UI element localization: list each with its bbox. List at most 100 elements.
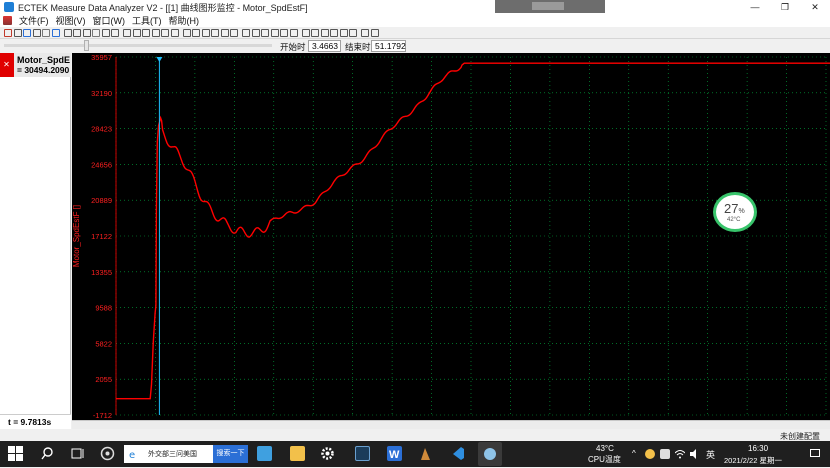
y-axis-label: Motor_SpdEstF []: [72, 205, 81, 267]
taskbar: e 外交部三问美国 搜索一下 W 43°C CPU温度 ^ 英 16:30 20…: [0, 441, 830, 467]
tray-app-icon[interactable]: [645, 449, 655, 459]
input-language[interactable]: 英: [706, 448, 715, 461]
toolbar-tool-icon[interactable]: [151, 29, 160, 37]
cpu-usage-widget[interactable]: 27% 42°C: [713, 192, 757, 232]
time-cursor-handle[interactable]: [156, 57, 163, 62]
battery-icon[interactable]: [660, 449, 670, 459]
toolbar-tool-icon[interactable]: [51, 29, 60, 37]
toolbar-tool-icon[interactable]: [280, 29, 288, 37]
volume-icon[interactable]: [690, 449, 700, 459]
toolbar-tool-icon[interactable]: [192, 29, 200, 37]
horizontal-scrollbar[interactable]: [72, 420, 830, 429]
pinwheel-icon[interactable]: [100, 446, 115, 461]
network-icon[interactable]: [674, 449, 686, 459]
toolbar-tool-icon[interactable]: [201, 29, 210, 37]
y-tick-label: 13355: [91, 268, 112, 277]
toolbar-tool-icon[interactable]: [23, 29, 31, 37]
series-line: [116, 62, 830, 400]
menu-help[interactable]: 帮助(H): [169, 14, 200, 27]
toolbar-tool-icon[interactable]: [289, 29, 298, 37]
toolbar-tool-icon[interactable]: [123, 29, 131, 37]
vscode-icon[interactable]: [450, 446, 465, 461]
y-tick-label: 28423: [91, 125, 112, 134]
window-title: ECTEK Measure Data Analyzer V2 - [[1] 曲线…: [18, 2, 308, 13]
toolbar-tool-icon[interactable]: [320, 29, 329, 37]
status-bar: 未创建配置: [0, 429, 830, 441]
toolbar-tool-icon[interactable]: [270, 29, 279, 37]
y-tick-label: 32190: [91, 89, 112, 98]
menu-bar: 文件(F) 视图(V) 窗口(W) 工具(T) 帮助(H): [0, 14, 830, 27]
word-app-icon[interactable]: W: [387, 446, 402, 461]
restore-button[interactable]: ❐: [770, 0, 800, 14]
toolbar-tool-icon[interactable]: [4, 29, 12, 37]
y-tick-label: 24656: [91, 160, 112, 169]
file-explorer-icon[interactable]: [290, 446, 305, 461]
toolbar-tool-icon[interactable]: [32, 29, 41, 37]
title-bar: ECTEK Measure Data Analyzer V2 - [[1] 曲线…: [0, 0, 830, 14]
toolbar-tool-icon[interactable]: [170, 29, 179, 37]
toolbar-tool-icon[interactable]: [142, 29, 150, 37]
signal-name: Motor_SpdEs: [17, 55, 70, 65]
toolbar-tool-icon[interactable]: [13, 29, 22, 37]
toolbar-tool-icon[interactable]: [82, 29, 91, 37]
figure-app-icon[interactable]: [418, 446, 433, 461]
toolbar-tool-icon[interactable]: [261, 29, 269, 37]
toolbar-tool-icon[interactable]: [301, 29, 310, 37]
minimize-button[interactable]: —: [740, 0, 770, 14]
time-slider-track[interactable]: [4, 44, 272, 47]
menu-window[interactable]: 窗口(W): [93, 14, 126, 27]
toolbar-tool-icon[interactable]: [211, 29, 219, 37]
toolbar-tool-icon[interactable]: [92, 29, 100, 37]
end-time-input[interactable]: 51.1792: [371, 40, 406, 52]
toolbar-tool-icon[interactable]: [230, 29, 238, 37]
toolbar-tool-icon[interactable]: [330, 29, 338, 37]
toolbar-tool-icon[interactable]: [101, 29, 110, 37]
toolbar-tool-icon[interactable]: [111, 29, 119, 37]
toolbar-tool-icon[interactable]: [361, 29, 369, 37]
notification-icon[interactable]: [810, 449, 820, 459]
start-time-input[interactable]: 3.4663: [308, 40, 341, 52]
search-button[interactable]: 搜索一下: [213, 445, 248, 463]
settings-gear-icon[interactable]: [320, 446, 335, 461]
document-icon: [3, 16, 12, 25]
chart-area[interactable]: 35957 32190 28423 24656 20889 17122 13355 9588 5…: [72, 53, 830, 429]
search-query[interactable]: 外交部三问美国: [148, 449, 197, 459]
toolbar-tool-icon[interactable]: [182, 29, 191, 37]
clock-time[interactable]: 16:30: [748, 444, 768, 453]
toolbar-tool-icon[interactable]: [349, 29, 357, 37]
toolbar-tool-icon[interactable]: [242, 29, 250, 37]
toolbar-tool-icon[interactable]: [220, 29, 229, 37]
photos-app-icon[interactable]: [257, 446, 272, 461]
web-search-box[interactable]: e 外交部三问美国 搜索一下: [124, 445, 248, 463]
menu-view[interactable]: 视图(V): [56, 14, 86, 27]
toolbar-tool-icon[interactable]: [42, 29, 50, 37]
toolbar-tool-icon[interactable]: [311, 29, 319, 37]
toolbar-tool-icon[interactable]: [339, 29, 348, 37]
toolbar-tool-icon[interactable]: [63, 29, 72, 37]
signal-panel: ✕ Motor_SpdEs = 30494.2090 t = 9.7813s: [0, 53, 71, 429]
tray-chevron-icon[interactable]: ^: [632, 449, 636, 458]
windows-start-icon[interactable]: [8, 446, 23, 461]
toolbar-tool-icon[interactable]: [251, 29, 260, 37]
active-app-highlight[interactable]: [478, 442, 502, 466]
menu-file[interactable]: 文件(F): [19, 14, 49, 27]
clock-date[interactable]: 2021/2/22 星期一: [724, 455, 782, 466]
toolbar-tool-icon[interactable]: [370, 29, 379, 37]
y-tick-label: 20889: [91, 196, 112, 205]
line-chart[interactable]: 35957 32190 28423 24656 20889 17122 13355 9588 5…: [72, 53, 830, 429]
time-slider-thumb[interactable]: [84, 40, 89, 51]
svg-text:W: W: [389, 449, 400, 461]
remove-signal-icon[interactable]: ✕: [2, 61, 11, 70]
close-button[interactable]: ✕: [800, 0, 830, 14]
signal-value: = 30494.2090: [17, 65, 70, 75]
toolbar-tool-icon[interactable]: [161, 29, 169, 37]
start-time-label: 开始时: [280, 42, 306, 52]
y-tick-label: 2055: [95, 375, 112, 384]
menu-tools[interactable]: 工具(T): [132, 14, 162, 27]
toolbar-tool-icon[interactable]: [73, 29, 81, 37]
task-view-icon[interactable]: [70, 446, 85, 461]
search-icon[interactable]: [40, 446, 55, 461]
toolbar-tool-icon[interactable]: [132, 29, 141, 37]
range-bar: 开始时 3.4663 结束时 51.1792: [0, 39, 830, 53]
analyzer-app-icon[interactable]: [355, 446, 370, 461]
